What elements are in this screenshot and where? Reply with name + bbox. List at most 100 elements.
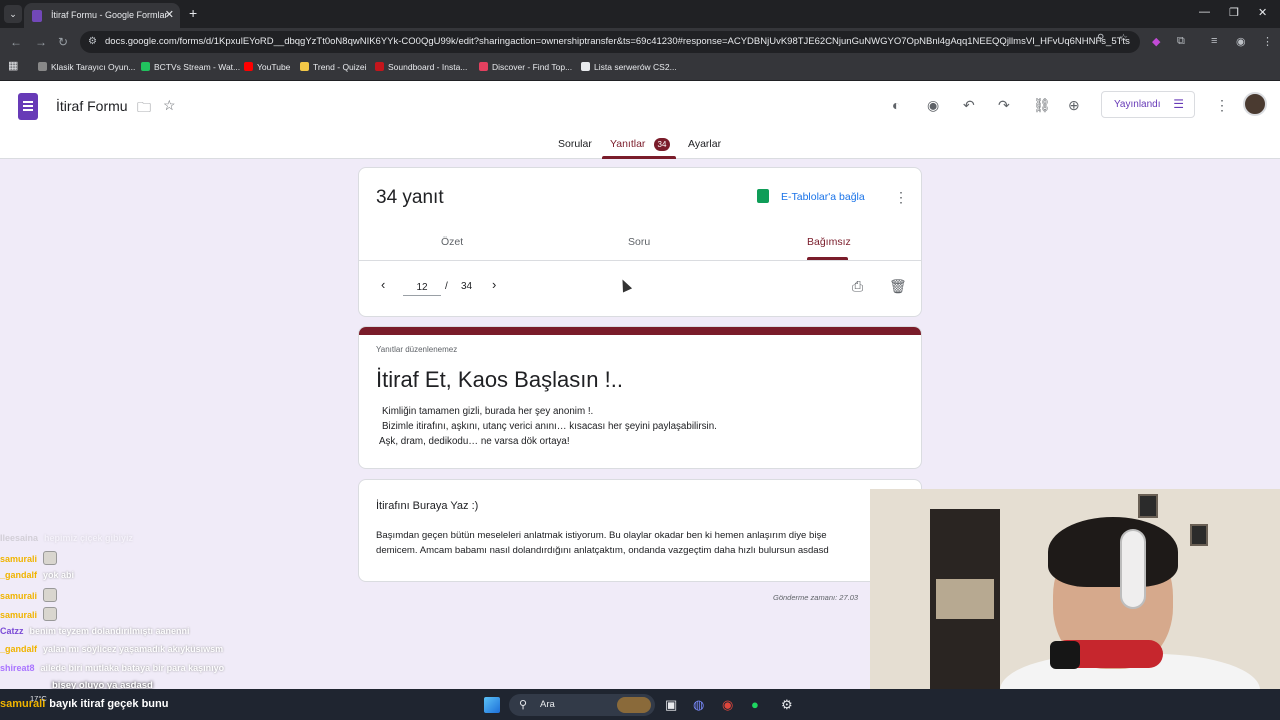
tab-settings[interactable]: Ayarlar: [688, 138, 721, 150]
prev-response-icon[interactable]: ‹: [381, 277, 385, 292]
bookmarks-bar: ▦ Klasik Tarayıcı Oyun... BCTVs Stream -…: [0, 56, 1280, 81]
forms-header: İtiraf Formu 🗀 ☆ ◐ ◉ ↶ ↷ ⛓ ⊕ Yayınlandı …: [0, 81, 1280, 159]
answer-text: Başımdan geçen bütün meseleleri anlatmak…: [376, 528, 916, 558]
chrome-menu-icon[interactable]: ⋮: [1262, 35, 1273, 48]
delete-icon[interactable]: 🗑: [889, 278, 907, 295]
print-icon[interactable]: ⎙: [852, 278, 863, 295]
published-label: Yayınlandı: [1114, 99, 1161, 110]
tab-search-icon[interactable]: ⌄: [4, 5, 22, 23]
chat-message: samurali: [0, 551, 58, 565]
address-bar-row: ← → ↻ ⚙ docs.google.com/forms/d/1KpxulEY…: [0, 28, 1280, 56]
tab-responses[interactable]: Yanıtlar: [610, 138, 645, 150]
response-page-input[interactable]: 12: [403, 282, 441, 296]
back-icon[interactable]: ←: [10, 35, 22, 49]
pager-separator: /: [445, 281, 448, 292]
new-tab-button[interactable]: +: [189, 5, 197, 21]
link-to-sheets-button[interactable]: E-Tablolar'a bağla: [781, 191, 865, 203]
chat-message: samurali: [0, 588, 58, 602]
redo-icon[interactable]: ↷: [998, 97, 1010, 114]
close-tab-icon[interactable]: ✕: [165, 8, 174, 21]
preview-eye-icon[interactable]: ◉: [927, 97, 939, 114]
active-tab-indicator: [602, 156, 676, 159]
reload-icon[interactable]: ↻: [58, 35, 68, 49]
chat-message: samurali: [0, 607, 58, 621]
bookmark-item[interactable]: Soundboard - Insta...: [375, 62, 467, 72]
responses-more-icon[interactable]: ⋮: [894, 189, 908, 206]
extension-icon[interactable]: ◆: [1152, 35, 1160, 48]
subtab-summary[interactable]: Özet: [441, 236, 463, 248]
subtab-individual[interactable]: Bağımsız: [807, 236, 851, 248]
windows-taskbar: 17°C ⚲ Ara ▣ ◍ ◉ ● ⚙: [0, 689, 1280, 720]
search-highlight-image: [617, 697, 651, 713]
tab-questions[interactable]: Sorular: [558, 138, 592, 150]
emote-icon: [43, 607, 58, 621]
wall-frame: [1190, 524, 1208, 546]
emote-icon: [43, 588, 58, 602]
maximize-icon[interactable]: ❐: [1229, 6, 1239, 19]
forward-icon[interactable]: →: [35, 35, 47, 49]
close-window-icon[interactable]: ✕: [1258, 6, 1267, 19]
form-description-line: Kimliğin tamamen gizli, burada her şey a…: [382, 406, 594, 417]
answer-line: demicem. Amcam babamı nasıl dolandırdığı…: [376, 545, 829, 556]
bookmark-item[interactable]: Trend - Quizei: [300, 62, 367, 72]
published-button[interactable]: Yayınlandı ☰: [1101, 91, 1195, 118]
zoom-icon[interactable]: ⚲: [1097, 33, 1104, 44]
star-icon[interactable]: ☆: [163, 97, 176, 114]
forms-favicon-icon: [32, 10, 42, 22]
browser-tab-strip: ⌄ İtiraf Formu - Google Formlar ✕ + — ❐ …: [0, 0, 1280, 28]
pager-total: 34: [461, 281, 473, 292]
search-icon: ⚲: [519, 699, 528, 711]
webcam-overlay: [870, 489, 1280, 720]
discord-icon[interactable]: ◍: [693, 697, 704, 713]
profile-icon[interactable]: ◉: [1236, 35, 1246, 48]
url-text: docs.google.com/forms/d/1KpxulEYoRD__dbq…: [105, 36, 1130, 47]
webcam-shelf-items: [936, 579, 994, 619]
media-icon[interactable]: ≡: [1211, 35, 1217, 47]
spotify-icon[interactable]: ●: [751, 697, 759, 712]
taskbar-search-placeholder: Ara: [540, 699, 555, 710]
palette-icon[interactable]: ◐: [892, 97, 900, 113]
more-options-icon[interactable]: ⋮: [1215, 97, 1229, 114]
bookmark-star-icon[interactable]: ☆: [1119, 33, 1128, 44]
form-description-line: Aşk, dram, dedikodu… ne varsa dök ortaya…: [379, 436, 570, 447]
taskbar-search-input[interactable]: ⚲ Ara: [509, 694, 655, 716]
bookmark-item[interactable]: Klasik Tarayıcı Oyun...: [38, 62, 135, 72]
task-view-icon[interactable]: ▣: [665, 697, 677, 713]
headphone: [1120, 529, 1146, 609]
windows-start-icon[interactable]: [484, 697, 500, 713]
url-input[interactable]: ⚙ docs.google.com/forms/d/1KpxulEYoRD__d…: [80, 31, 1140, 53]
form-title[interactable]: İtiraf Formu: [56, 98, 128, 114]
next-response-icon[interactable]: ›: [492, 277, 496, 292]
undo-icon[interactable]: ↶: [963, 97, 975, 114]
submission-time: Gönderme zamanı: 27.03: [773, 593, 859, 602]
responses-count-badge: 34: [654, 138, 670, 151]
form-header-card: Yanıtlar düzenlenemez İtiraf Et, Kaos Ba…: [358, 326, 922, 469]
question-card: İtirafını Buraya Yaz :) Başımdan geçen b…: [358, 479, 922, 582]
chat-message: Catzz benim teyzem dolandırılmıştı aanenn…: [0, 626, 190, 636]
overlay-chat-line: samurali bayık itiraf geçek bunu: [0, 698, 169, 710]
bookmark-item[interactable]: Discover - Find Top...: [479, 62, 572, 72]
publish-settings-icon: ☰: [1173, 97, 1184, 111]
wall-frame: [1138, 494, 1158, 518]
link-icon[interactable]: ⛓: [1033, 97, 1051, 114]
browser-tab[interactable]: İtiraf Formu - Google Formlar ✕: [24, 3, 180, 28]
bookmark-item[interactable]: BCTVs Stream - Wat...: [141, 62, 240, 72]
folder-icon[interactable]: 🗀: [137, 97, 151, 121]
minimize-icon[interactable]: —: [1199, 6, 1210, 18]
add-collaborator-icon[interactable]: ⊕: [1068, 97, 1080, 114]
chrome-icon[interactable]: ◉: [722, 697, 733, 713]
bookmark-item[interactable]: YouTube: [244, 62, 290, 72]
chat-message: _gandalf yalan mı söylicez yaşamadık akıy…: [0, 644, 224, 654]
chat-message: _gandalf yok abi: [0, 570, 75, 580]
site-info-icon[interactable]: ⚙: [88, 36, 97, 47]
app-icon[interactable]: ⚙: [781, 697, 793, 713]
apps-grid-icon[interactable]: ▦: [8, 59, 18, 72]
answer-line: Başımdan geçen bütün meseleleri anlatmak…: [376, 530, 827, 541]
avatar[interactable]: [1243, 92, 1267, 116]
forms-logo-icon[interactable]: [18, 93, 38, 120]
chat-message: shireat8 ailede biri mutlaka bataya bir p…: [0, 663, 225, 673]
subtab-question[interactable]: Soru: [628, 236, 650, 248]
responses-not-editable-note: Yanıtlar düzenlenemez: [376, 345, 458, 354]
extensions-puzzle-icon[interactable]: ⧉: [1177, 35, 1185, 48]
bookmark-item[interactable]: Lista serwerów CS2...: [581, 62, 677, 72]
